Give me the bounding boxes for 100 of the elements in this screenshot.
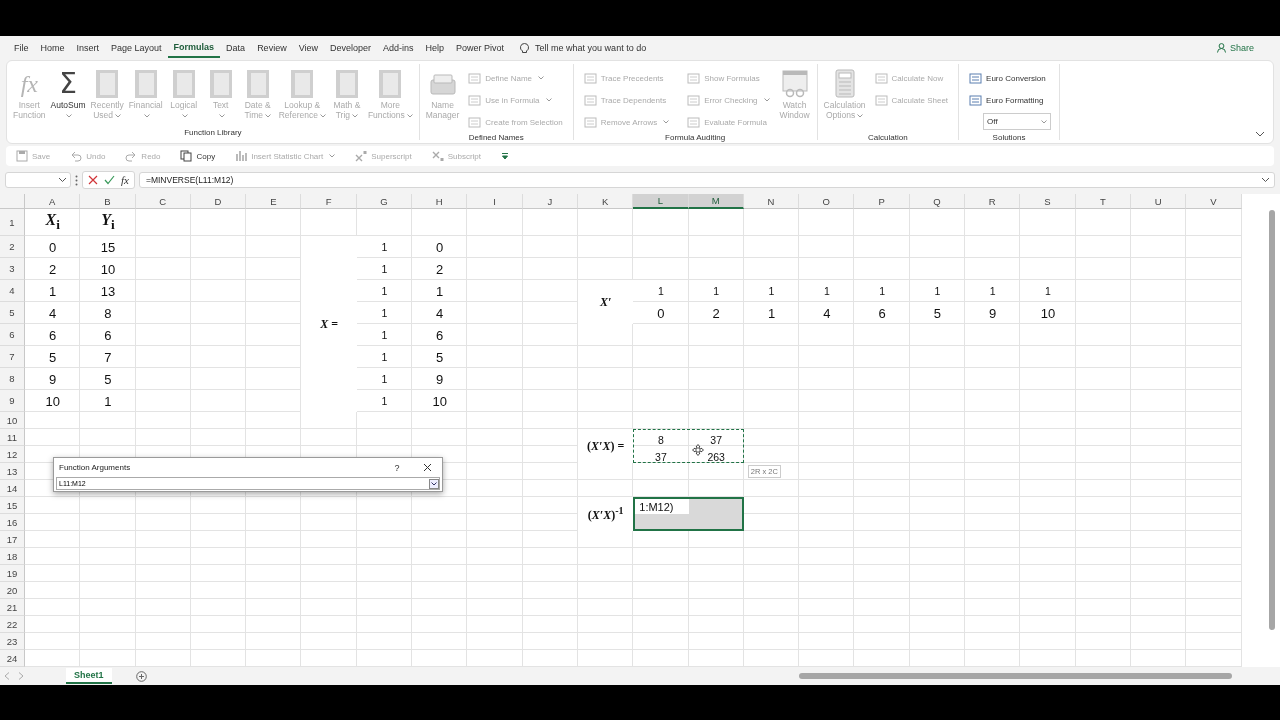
- plus-circle-icon: [135, 670, 147, 682]
- column-header[interactable]: K: [577, 194, 634, 209]
- ribbon-button[interactable]: Euro Formatting: [967, 89, 1052, 111]
- move-cursor-icon: [692, 444, 704, 456]
- menu-tab[interactable]: Formulas: [167, 38, 221, 58]
- add-sheet-button[interactable]: [135, 670, 147, 682]
- column-header[interactable]: G: [356, 194, 413, 209]
- tell-me-search[interactable]: Tell me what you want to do: [516, 40, 651, 56]
- column-header[interactable]: S: [1020, 194, 1076, 209]
- row-header[interactable]: 2: [0, 236, 25, 258]
- row-header[interactable]: 8: [0, 368, 25, 390]
- row-header[interactable]: 4: [0, 280, 25, 302]
- column-header[interactable]: M: [688, 194, 744, 209]
- dropdown-field[interactable]: Off: [983, 113, 1052, 130]
- column-header[interactable]: P: [854, 194, 910, 209]
- ribbon-button[interactable]: Euro Conversion: [967, 67, 1052, 89]
- column-header[interactable]: T: [1075, 194, 1131, 209]
- cancel-icon[interactable]: [88, 175, 98, 185]
- column-header[interactable]: U: [1130, 194, 1187, 209]
- column-header[interactable]: I: [467, 194, 523, 209]
- column-header[interactable]: E: [246, 194, 302, 209]
- toolbar-button[interactable]: Copy: [180, 150, 216, 162]
- row-header[interactable]: 19: [0, 565, 25, 582]
- caret-icon: [181, 113, 188, 118]
- row-header[interactable]: 21: [0, 599, 25, 616]
- menu-tab[interactable]: View: [292, 38, 324, 58]
- insert-function-button[interactable]: fx: [121, 174, 129, 186]
- customize-toolbar-icon[interactable]: [501, 152, 510, 160]
- menu-tab[interactable]: Home: [34, 38, 71, 58]
- row-header[interactable]: 5: [0, 302, 25, 324]
- table-cell: 1: [381, 263, 388, 275]
- row-header[interactable]: 22: [0, 616, 25, 633]
- collapse-ribbon-icon[interactable]: [1255, 131, 1265, 137]
- row-header[interactable]: 15: [0, 497, 25, 514]
- caret-icon: [319, 113, 326, 118]
- help-button[interactable]: ?: [382, 458, 412, 477]
- column-header[interactable]: N: [743, 194, 800, 209]
- drag-handle-icon[interactable]: [75, 174, 78, 186]
- column-header[interactable]: A: [25, 194, 81, 209]
- column-header[interactable]: Q: [909, 194, 966, 209]
- column-header[interactable]: H: [412, 194, 468, 209]
- table-cell: 2: [49, 261, 57, 277]
- column-header[interactable]: D: [190, 194, 247, 209]
- check-icon[interactable]: [104, 175, 115, 185]
- menu-tab[interactable]: File: [8, 38, 35, 58]
- row-header[interactable]: 24: [0, 650, 25, 667]
- column-header[interactable]: L: [633, 194, 689, 209]
- sheet-tab[interactable]: Sheet1: [66, 668, 112, 684]
- row-header[interactable]: 11: [0, 429, 25, 446]
- menu-tab[interactable]: Insert: [70, 38, 106, 58]
- row-header[interactable]: 13: [0, 463, 25, 480]
- book-icon: [95, 69, 120, 99]
- document-icon: [583, 94, 597, 106]
- row-header[interactable]: 18: [0, 548, 25, 565]
- document-icon: [583, 72, 597, 84]
- column-header[interactable]: F: [301, 194, 357, 209]
- row-header[interactable]: 3: [0, 258, 25, 280]
- table-cell: 7: [104, 349, 112, 365]
- expand-dialog-icon[interactable]: [429, 478, 439, 489]
- column-header[interactable]: V: [1186, 194, 1242, 209]
- row-header[interactable]: 16: [0, 514, 25, 531]
- row-header[interactable]: 1: [0, 209, 25, 236]
- document-icon: [468, 94, 482, 106]
- column-header[interactable]: C: [135, 194, 191, 209]
- column-title: Y$_{i}$: [101, 211, 115, 234]
- table-cell: 10: [45, 393, 60, 409]
- column-header[interactable]: B: [80, 194, 136, 209]
- menu-tab[interactable]: Review: [251, 38, 293, 58]
- ribbon-button[interactable]: Σ AutoSum: [48, 67, 88, 128]
- menu-tab[interactable]: Help: [419, 38, 451, 58]
- menu-tab[interactable]: Developer: [324, 38, 378, 58]
- book-icon: [208, 69, 233, 99]
- chevron-right-icon: [18, 672, 24, 680]
- row-header[interactable]: 7: [0, 346, 25, 368]
- menu-tab[interactable]: Add-ins: [377, 38, 420, 58]
- menu-tab[interactable]: Page Layout: [105, 38, 168, 58]
- row-header[interactable]: 23: [0, 633, 25, 650]
- row-header[interactable]: 6: [0, 324, 25, 346]
- row-header[interactable]: 17: [0, 531, 25, 548]
- matrix-label: (X′X)$^{-1}$: [587, 505, 624, 523]
- column-header[interactable]: R: [965, 194, 1021, 209]
- table-cell: 9: [989, 305, 997, 321]
- window-icon: [780, 69, 809, 99]
- table-cell: 1: [713, 285, 720, 297]
- caret-icon: [218, 113, 225, 118]
- table-cell: 37: [710, 434, 723, 446]
- book-icon: [133, 69, 158, 99]
- row-header[interactable]: 14: [0, 480, 25, 497]
- menu-tab[interactable]: Power Pivot: [450, 38, 511, 58]
- row-header[interactable]: 9: [0, 390, 25, 412]
- table-cell: 2: [436, 261, 444, 277]
- row-header[interactable]: 20: [0, 582, 25, 599]
- book-icon: [334, 69, 359, 99]
- column-header[interactable]: O: [799, 194, 855, 209]
- formula-field[interactable]: =MINVERSE(L11:M12): [138, 172, 1275, 188]
- row-header[interactable]: 10: [0, 412, 25, 429]
- column-header[interactable]: J: [522, 194, 578, 209]
- row-header[interactable]: 12: [0, 446, 25, 463]
- share-button[interactable]: Share: [1210, 42, 1260, 54]
- menu-tab[interactable]: Data: [220, 38, 252, 58]
